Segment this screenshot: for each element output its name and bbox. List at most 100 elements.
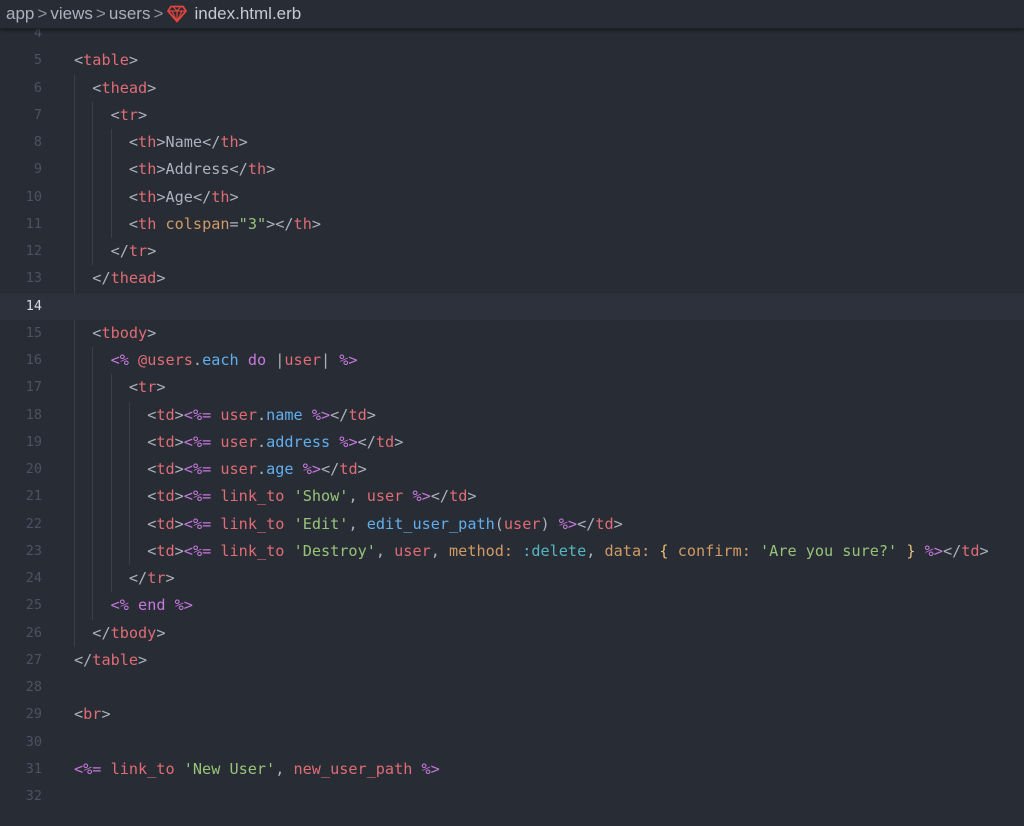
code-token: <%=	[183, 541, 212, 560]
code-token: tr	[138, 378, 157, 397]
line-number: 29	[25, 706, 42, 723]
code-line[interactable]: 9 <th>Address</th>	[0, 156, 1024, 184]
code-line[interactable]: 31 <%= link_to 'New User', new_user_path …	[0, 756, 1024, 783]
code-text: </thead>	[92, 265, 165, 292]
code-line[interactable]: 13 </thead>	[0, 265, 1024, 293]
code-text: </tr>	[111, 238, 157, 265]
code-token: >	[147, 323, 157, 342]
code-token: </	[942, 541, 962, 560]
code-line[interactable]: 19 <td><%= user.address %></td>	[0, 428, 1024, 456]
code-line[interactable]: 21 <td><%= link_to 'Show', user %></td>	[0, 483, 1024, 511]
code-token: Address	[165, 160, 230, 179]
code-line[interactable]: 27 </table>	[0, 647, 1024, 674]
code-token: Name	[165, 133, 203, 151]
code-token: Age	[165, 187, 193, 206]
code-text: <tr>	[111, 102, 148, 129]
code-token: </	[577, 514, 596, 533]
code-token: >	[613, 514, 623, 533]
code-token: <%=	[183, 487, 212, 506]
code-line[interactable]: 16 <% @users.each do |user| %>	[0, 347, 1024, 375]
code-token: <%	[110, 351, 129, 369]
code-token: table	[92, 650, 139, 669]
breadcrumb-item-views[interactable]: views	[50, 4, 93, 24]
code-token: ,	[275, 759, 294, 778]
code-editor[interactable]: 4 5 <table> 6 <thead> 7 <tr> 8 <th>Name</th> 9 <th…	[0, 20, 1024, 826]
code-line[interactable]: 28	[0, 674, 1024, 701]
indent-guide	[110, 537, 112, 565]
code-line[interactable]: 14	[0, 292, 1024, 320]
breadcrumb-item-app[interactable]: app	[0, 4, 34, 24]
indent-guide	[92, 565, 94, 593]
code-token: <	[128, 187, 139, 206]
code-line[interactable]: 5 <table>	[0, 47, 1024, 74]
code-line[interactable]: 10 <th>Age</th>	[0, 183, 1024, 211]
line-number: 25	[25, 597, 42, 614]
code-token: <	[128, 160, 139, 179]
code-token: ,	[348, 487, 367, 506]
code-token: th	[138, 133, 157, 151]
indent-guide	[110, 510, 112, 538]
code-text: <td><%= user.address %></td>	[147, 429, 403, 456]
line-number: 18	[25, 406, 42, 423]
code-line[interactable]: 7 <tr>	[0, 101, 1024, 129]
indent-guide	[92, 401, 94, 429]
code-text: <td><%= link_to 'Show', user %></td>	[147, 483, 476, 510]
code-line[interactable]: 30	[0, 729, 1024, 756]
code-line[interactable]: 24 </tr>	[0, 565, 1024, 593]
code-line[interactable]: 20 <td><%= user.age %></td>	[0, 456, 1024, 484]
code-text: <thead>	[92, 75, 156, 102]
code-token: link_to	[110, 759, 175, 778]
code-token: %>	[558, 514, 578, 533]
code-token: <	[147, 460, 157, 478]
code-line[interactable]: 23 <td><%= link_to 'Destroy', user, metho…	[0, 537, 1024, 565]
code-token: <	[128, 133, 139, 151]
code-line[interactable]: 15 <tbody>	[0, 319, 1024, 347]
indent-guide	[128, 510, 130, 538]
indent-guide	[92, 537, 94, 565]
line-number: 20	[25, 461, 42, 477]
code-token: colspan	[165, 214, 230, 233]
code-token: td	[375, 432, 395, 451]
indent-guide	[74, 210, 75, 238]
code-line[interactable]: 6 <thead>	[0, 74, 1024, 102]
code-line[interactable]: 8 <th>Name</th>	[0, 129, 1024, 157]
code-token: <%=	[183, 405, 212, 424]
code-line[interactable]: 25 <% end %>	[0, 592, 1024, 620]
line-number: 32	[25, 788, 42, 804]
code-line[interactable]: 12 </tr>	[0, 238, 1024, 266]
breadcrumb-item-users[interactable]: users	[109, 4, 151, 24]
code-token: table	[83, 51, 129, 70]
code-token: %>	[421, 759, 440, 778]
code-text: <td><%= user.name %></td>	[147, 402, 376, 429]
chevron-right-icon: >	[95, 4, 106, 23]
code-token: user	[394, 541, 431, 560]
code-line[interactable]: 17 <tr>	[0, 374, 1024, 402]
code-token: .	[256, 405, 267, 424]
code-text: <tbody>	[92, 320, 156, 347]
code-line[interactable]: 29 <br>	[0, 701, 1024, 728]
code-line[interactable]: 11 <th colspan="3"></th>	[0, 210, 1024, 238]
code-token: <	[147, 487, 157, 506]
code-text: <td><%= user.age %></td>	[147, 456, 367, 483]
line-number: 17	[25, 379, 42, 396]
code-line[interactable]: 18 <td><%= user.name %></td>	[0, 401, 1024, 429]
code-token: <	[110, 105, 120, 124]
code-token: >	[156, 269, 166, 288]
code-token: >	[174, 460, 184, 478]
code-token: thead	[101, 78, 148, 97]
code-token: >	[156, 623, 166, 642]
code-line[interactable]: 22 <td><%= link_to 'Edit', edit_user_path…	[0, 510, 1024, 538]
code-line[interactable]: 26 </tbody>	[0, 619, 1024, 647]
indent-guide	[74, 592, 75, 620]
code-token: </	[128, 569, 148, 587]
code-line[interactable]: 32	[0, 783, 1024, 810]
code-token: </	[92, 623, 111, 642]
breadcrumb-file[interactable]: index.html.erb	[194, 4, 301, 24]
